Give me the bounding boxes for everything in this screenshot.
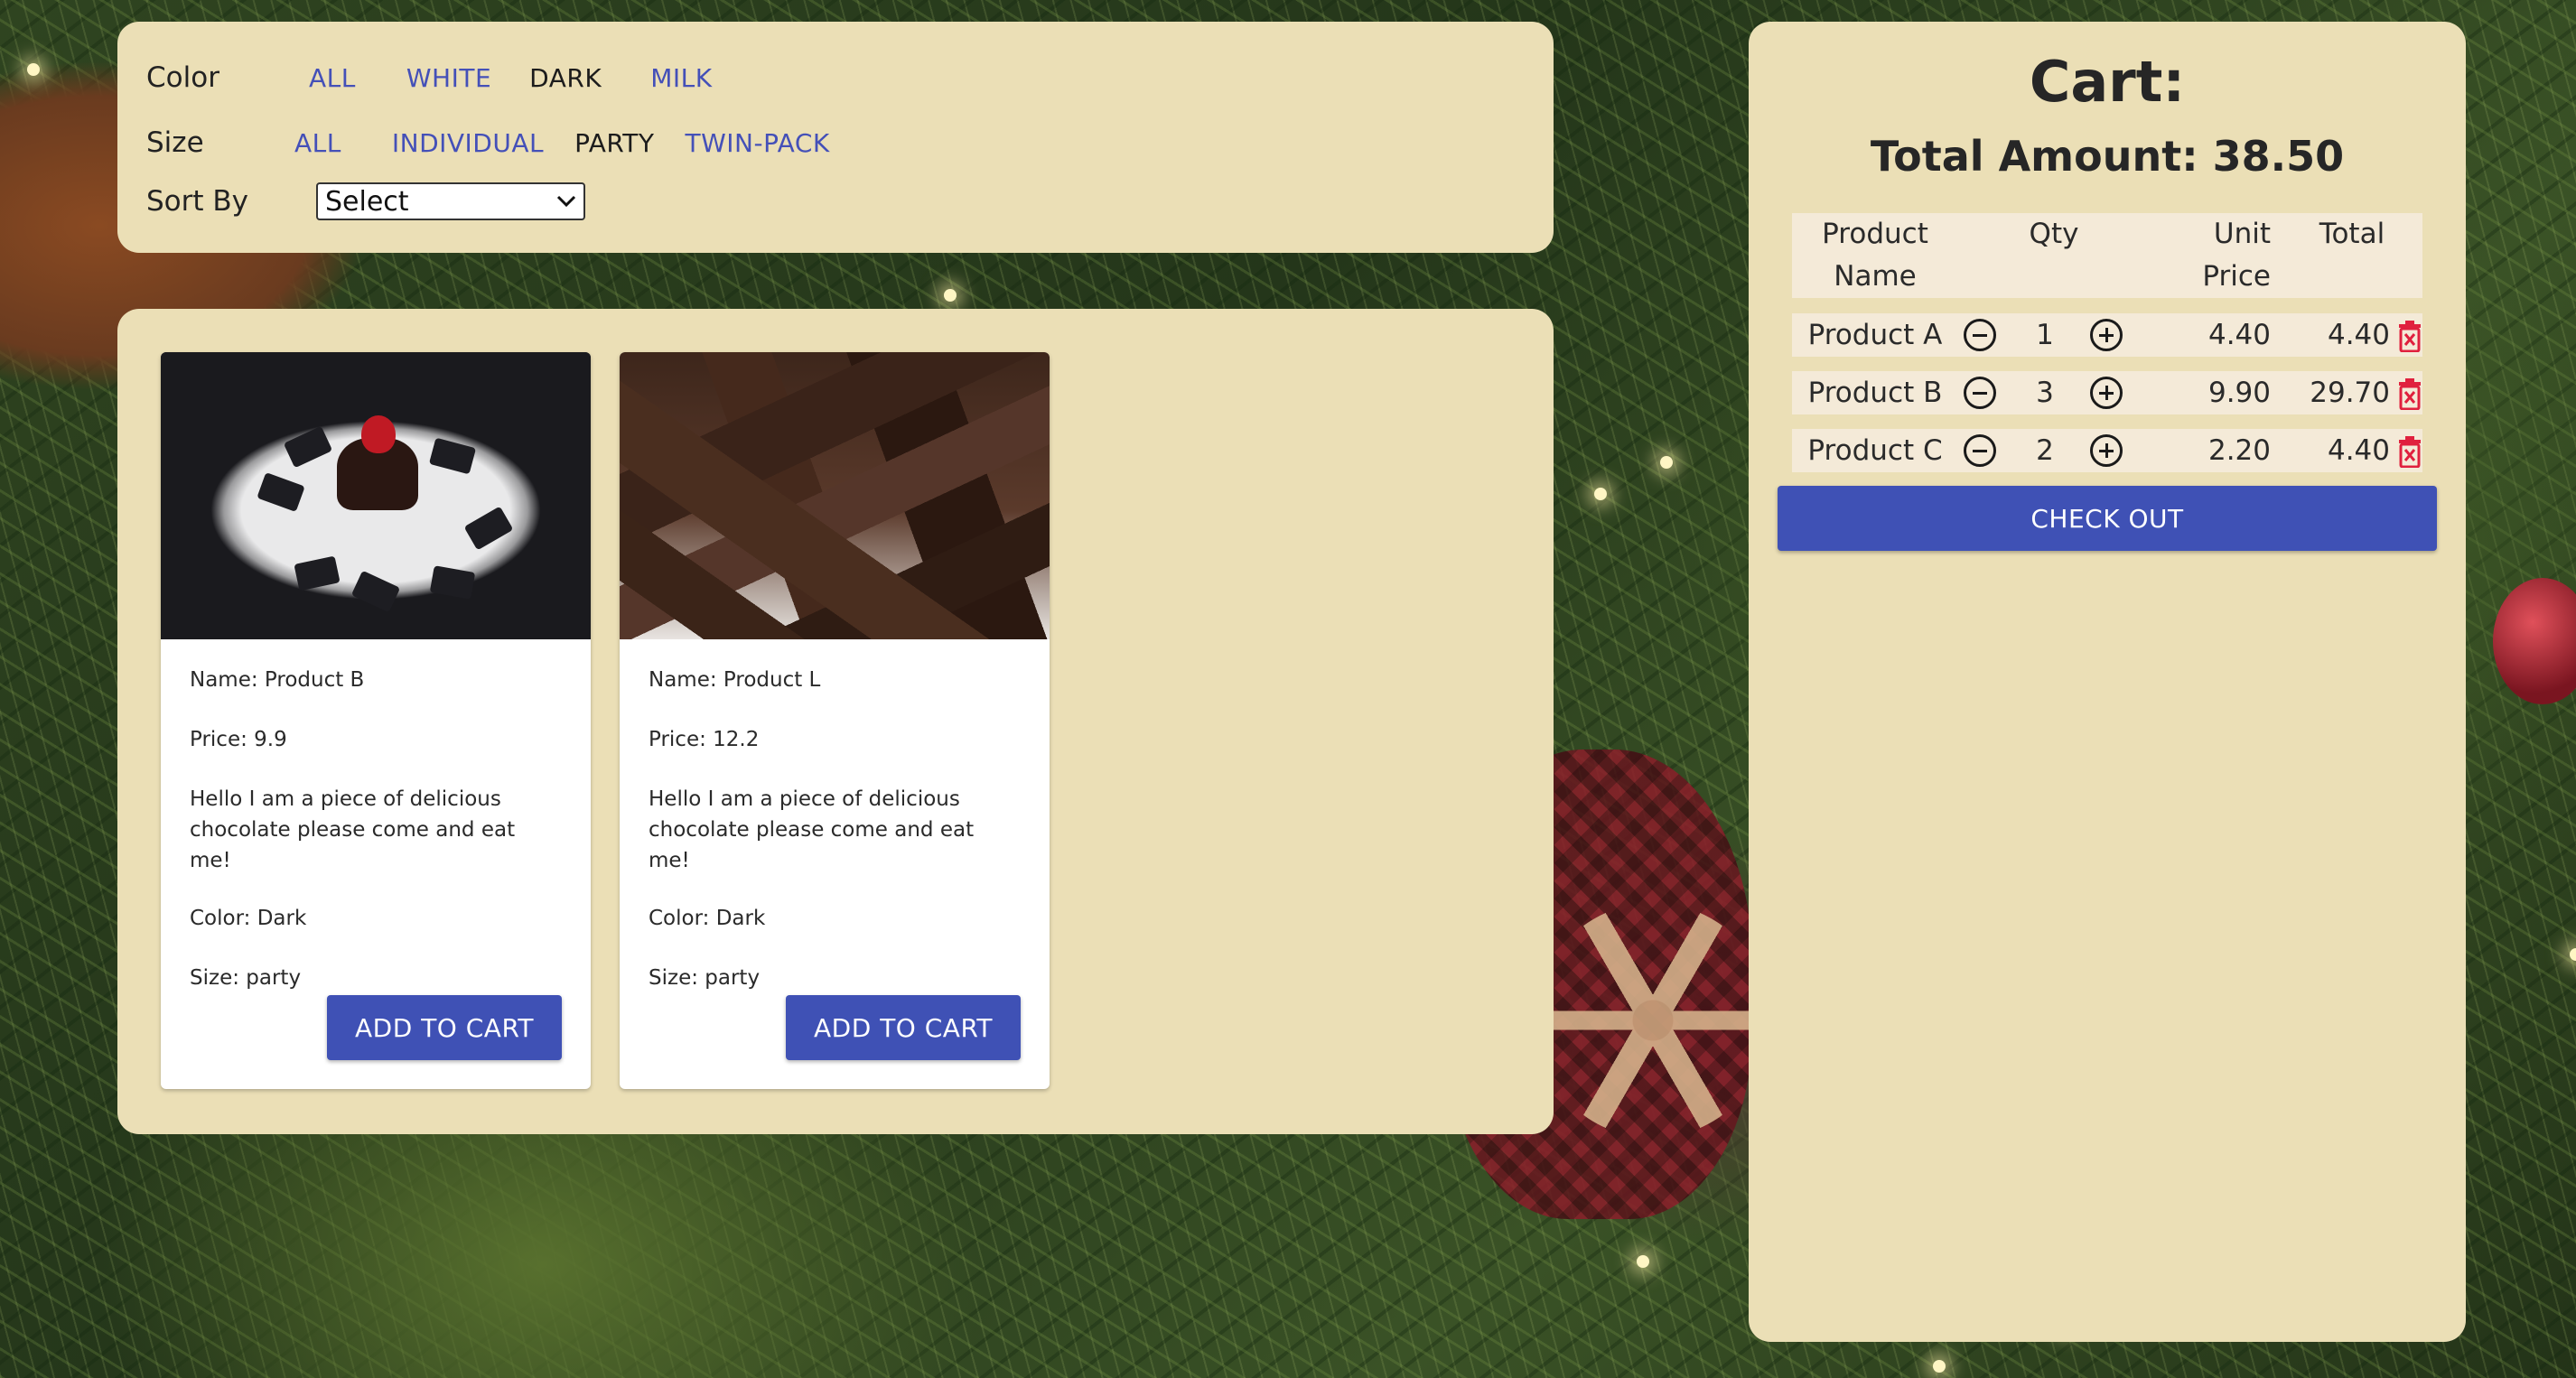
cart-item-qty: 2: [2036, 434, 2054, 467]
color-option-all[interactable]: ALL: [309, 63, 356, 93]
product-card: Name: Product L Price: 12.2 Hello I am a…: [620, 352, 1050, 1089]
header-qty: Qty: [2029, 218, 2079, 250]
cart-item-name: Product A: [1807, 319, 1943, 351]
header-unit-price-line1: Unit: [2213, 218, 2271, 250]
size-option-party[interactable]: PARTY: [574, 128, 654, 158]
product-color: Color: Dark: [190, 907, 307, 930]
cart-row: Product A 1 4.40 4.40: [1792, 313, 2422, 357]
header-total: Total: [2319, 218, 2385, 250]
cart-item-unit-price: 2.20: [2207, 434, 2271, 467]
size-filter-row: Size ALL INDIVIDUAL PARTY TWIN-PACK: [146, 126, 861, 159]
cart-item-unit-price: 4.40: [2207, 319, 2271, 351]
color-filter-row: Color ALL WHITE DARK MILK: [146, 61, 761, 94]
minus-circle-icon[interactable]: [1964, 377, 1996, 409]
color-option-dark[interactable]: DARK: [529, 63, 602, 93]
header-product-name-line2: Name: [1834, 260, 1917, 293]
cart-panel: Cart: Total Amount: 38.50 Product Name Q…: [1749, 22, 2466, 1342]
product-list-panel: Name: Product B Price: 9.9 Hello I am a …: [117, 309, 1554, 1134]
cart-total-amount: Total Amount: 38.50: [1870, 132, 2345, 181]
trash-icon[interactable]: [2397, 320, 2422, 352]
sort-select-value: Select: [325, 185, 409, 218]
product-card: Name: Product B Price: 9.9 Hello I am a …: [161, 352, 591, 1089]
trash-icon[interactable]: [2397, 435, 2422, 468]
product-size: Size: party: [190, 966, 302, 990]
product-name: Name: Product L: [649, 668, 821, 692]
chocolate-cake-plate-image: [161, 352, 591, 639]
checkout-button[interactable]: CHECK OUT: [1778, 486, 2437, 551]
plus-circle-icon[interactable]: [2090, 434, 2123, 467]
cart-row: Product C 2 2.20 4.40: [1792, 429, 2422, 472]
header-unit-price-line2: Price: [2202, 260, 2271, 293]
cart-item-qty: 1: [2036, 319, 2054, 351]
add-to-cart-button[interactable]: ADD TO CART: [327, 995, 562, 1060]
product-name: Name: Product B: [190, 668, 365, 692]
cart-table-header: Product Name Qty Unit Price Total: [1792, 213, 2422, 298]
chevron-down-icon: [556, 195, 576, 208]
cart-item-qty: 3: [2036, 377, 2054, 409]
color-filter-label: Color: [146, 61, 219, 94]
size-option-twin-pack[interactable]: TWIN-PACK: [685, 128, 829, 158]
cart-row: Product B 3 9.90 29.70: [1792, 371, 2422, 414]
product-price: Price: 12.2: [649, 728, 760, 751]
cart-item-name: Product B: [1807, 377, 1943, 409]
color-option-milk[interactable]: MILK: [650, 63, 712, 93]
size-filter-label: Size: [146, 126, 204, 159]
cart-item-total: 4.40: [2327, 319, 2390, 351]
header-product-name-line1: Product: [1822, 218, 1928, 250]
sort-label: Sort By: [146, 185, 249, 218]
product-description: Hello I am a piece of delicious chocolat…: [190, 787, 516, 872]
cart-title: Cart:: [2029, 49, 2186, 115]
product-color: Color: Dark: [649, 907, 766, 930]
trash-icon[interactable]: [2397, 377, 2422, 410]
product-size: Size: party: [649, 966, 761, 990]
chocolate-chunks-image: [620, 352, 1050, 639]
product-description: Hello I am a piece of delicious chocolat…: [649, 787, 975, 872]
cart-item-name: Product C: [1807, 434, 1943, 467]
sort-row: Sort By Select: [146, 182, 585, 220]
cart-item-total: 4.40: [2327, 434, 2390, 467]
product-price: Price: 9.9: [190, 728, 287, 751]
snowflake-ornament: [1535, 903, 1770, 1138]
plus-circle-icon[interactable]: [2090, 319, 2123, 351]
size-option-individual[interactable]: INDIVIDUAL: [392, 128, 544, 158]
minus-circle-icon[interactable]: [1964, 434, 1996, 467]
cart-item-total: 29.70: [2310, 377, 2390, 409]
color-option-white[interactable]: WHITE: [406, 63, 491, 93]
add-to-cart-button[interactable]: ADD TO CART: [786, 995, 1021, 1060]
size-option-all[interactable]: ALL: [294, 128, 341, 158]
sort-select[interactable]: Select: [316, 182, 585, 220]
minus-circle-icon[interactable]: [1964, 319, 1996, 351]
filter-panel: Color ALL WHITE DARK MILK Size ALL INDIV…: [117, 22, 1554, 253]
plus-circle-icon[interactable]: [2090, 377, 2123, 409]
cart-item-unit-price: 9.90: [2207, 377, 2271, 409]
